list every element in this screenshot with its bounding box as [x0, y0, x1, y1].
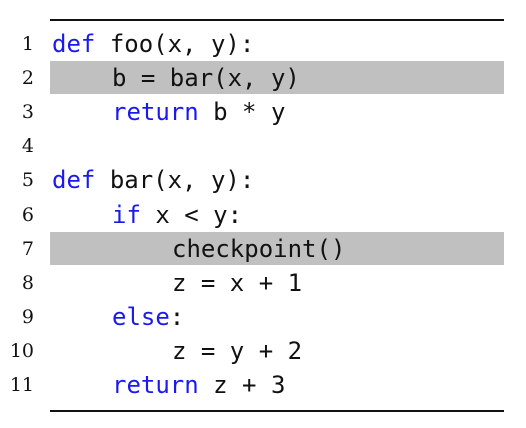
- code-line: 10 z = y + 2: [0, 334, 526, 368]
- code-line: 9 else:: [0, 300, 526, 334]
- code-line: 3 return b * y: [0, 95, 526, 129]
- code-line: 4: [0, 129, 526, 163]
- code-line: 1 def foo(x, y):: [0, 27, 526, 61]
- keyword: return: [112, 371, 199, 399]
- code-text: z = y + 2: [172, 334, 302, 368]
- code-content: b * y: [213, 98, 286, 127]
- line-number: 9: [21, 305, 34, 328]
- keyword: if: [112, 200, 141, 229]
- code-content: foo(x, y):: [109, 30, 255, 58]
- code-text: return z + 3: [112, 368, 285, 402]
- keyword: def: [52, 166, 96, 195]
- code-line: 6 if x < y:: [0, 198, 526, 232]
- code-content: z = y + 2: [172, 336, 303, 365]
- line-number: 6: [21, 203, 34, 226]
- code-line: 5 def bar(x, y):: [0, 163, 526, 197]
- bottom-rule: [50, 410, 504, 412]
- keyword: return: [112, 98, 199, 127]
- line-number: 3: [21, 101, 34, 124]
- code-content: z + 3: [213, 371, 286, 399]
- code-text: def foo(x, y):: [52, 27, 254, 61]
- top-rule: [50, 19, 504, 21]
- code-text: def bar(x, y):: [52, 163, 254, 197]
- code-listing: 1 def foo(x, y): 2 b = bar(x, y) 3 return b *…: [0, 0, 526, 428]
- code-text: else:: [112, 300, 184, 334]
- code-text: return b * y: [112, 95, 285, 129]
- code-line: 11 return z + 3: [0, 368, 526, 402]
- line-number: 8: [21, 271, 34, 294]
- line-number: 5: [21, 169, 34, 192]
- code-content: :: [169, 302, 185, 331]
- line-number: 4: [21, 135, 34, 158]
- code-line: 8 z = x + 1: [0, 266, 526, 300]
- line-number: 1: [21, 33, 34, 55]
- keyword: else: [112, 302, 170, 331]
- code-content: b = bar(x, y): [112, 64, 300, 93]
- code-text: z = x + 1: [172, 266, 302, 300]
- line-number: 10: [9, 339, 34, 362]
- code-content: bar(x, y):: [109, 166, 255, 195]
- code-content: x < y:: [155, 200, 243, 229]
- code-line: 2 b = bar(x, y): [0, 61, 526, 95]
- code-content: checkpoint(): [172, 234, 346, 263]
- code-text: checkpoint(): [172, 232, 345, 266]
- line-number: 2: [21, 67, 34, 90]
- code-text: if x < y:: [112, 198, 242, 232]
- line-number: 7: [21, 237, 34, 260]
- code-content: z = x + 1: [172, 268, 303, 297]
- code-line: 7 checkpoint(): [0, 231, 526, 266]
- line-number: 11: [9, 374, 34, 396]
- code-text: b = bar(x, y): [112, 61, 300, 95]
- keyword: def: [52, 30, 96, 58]
